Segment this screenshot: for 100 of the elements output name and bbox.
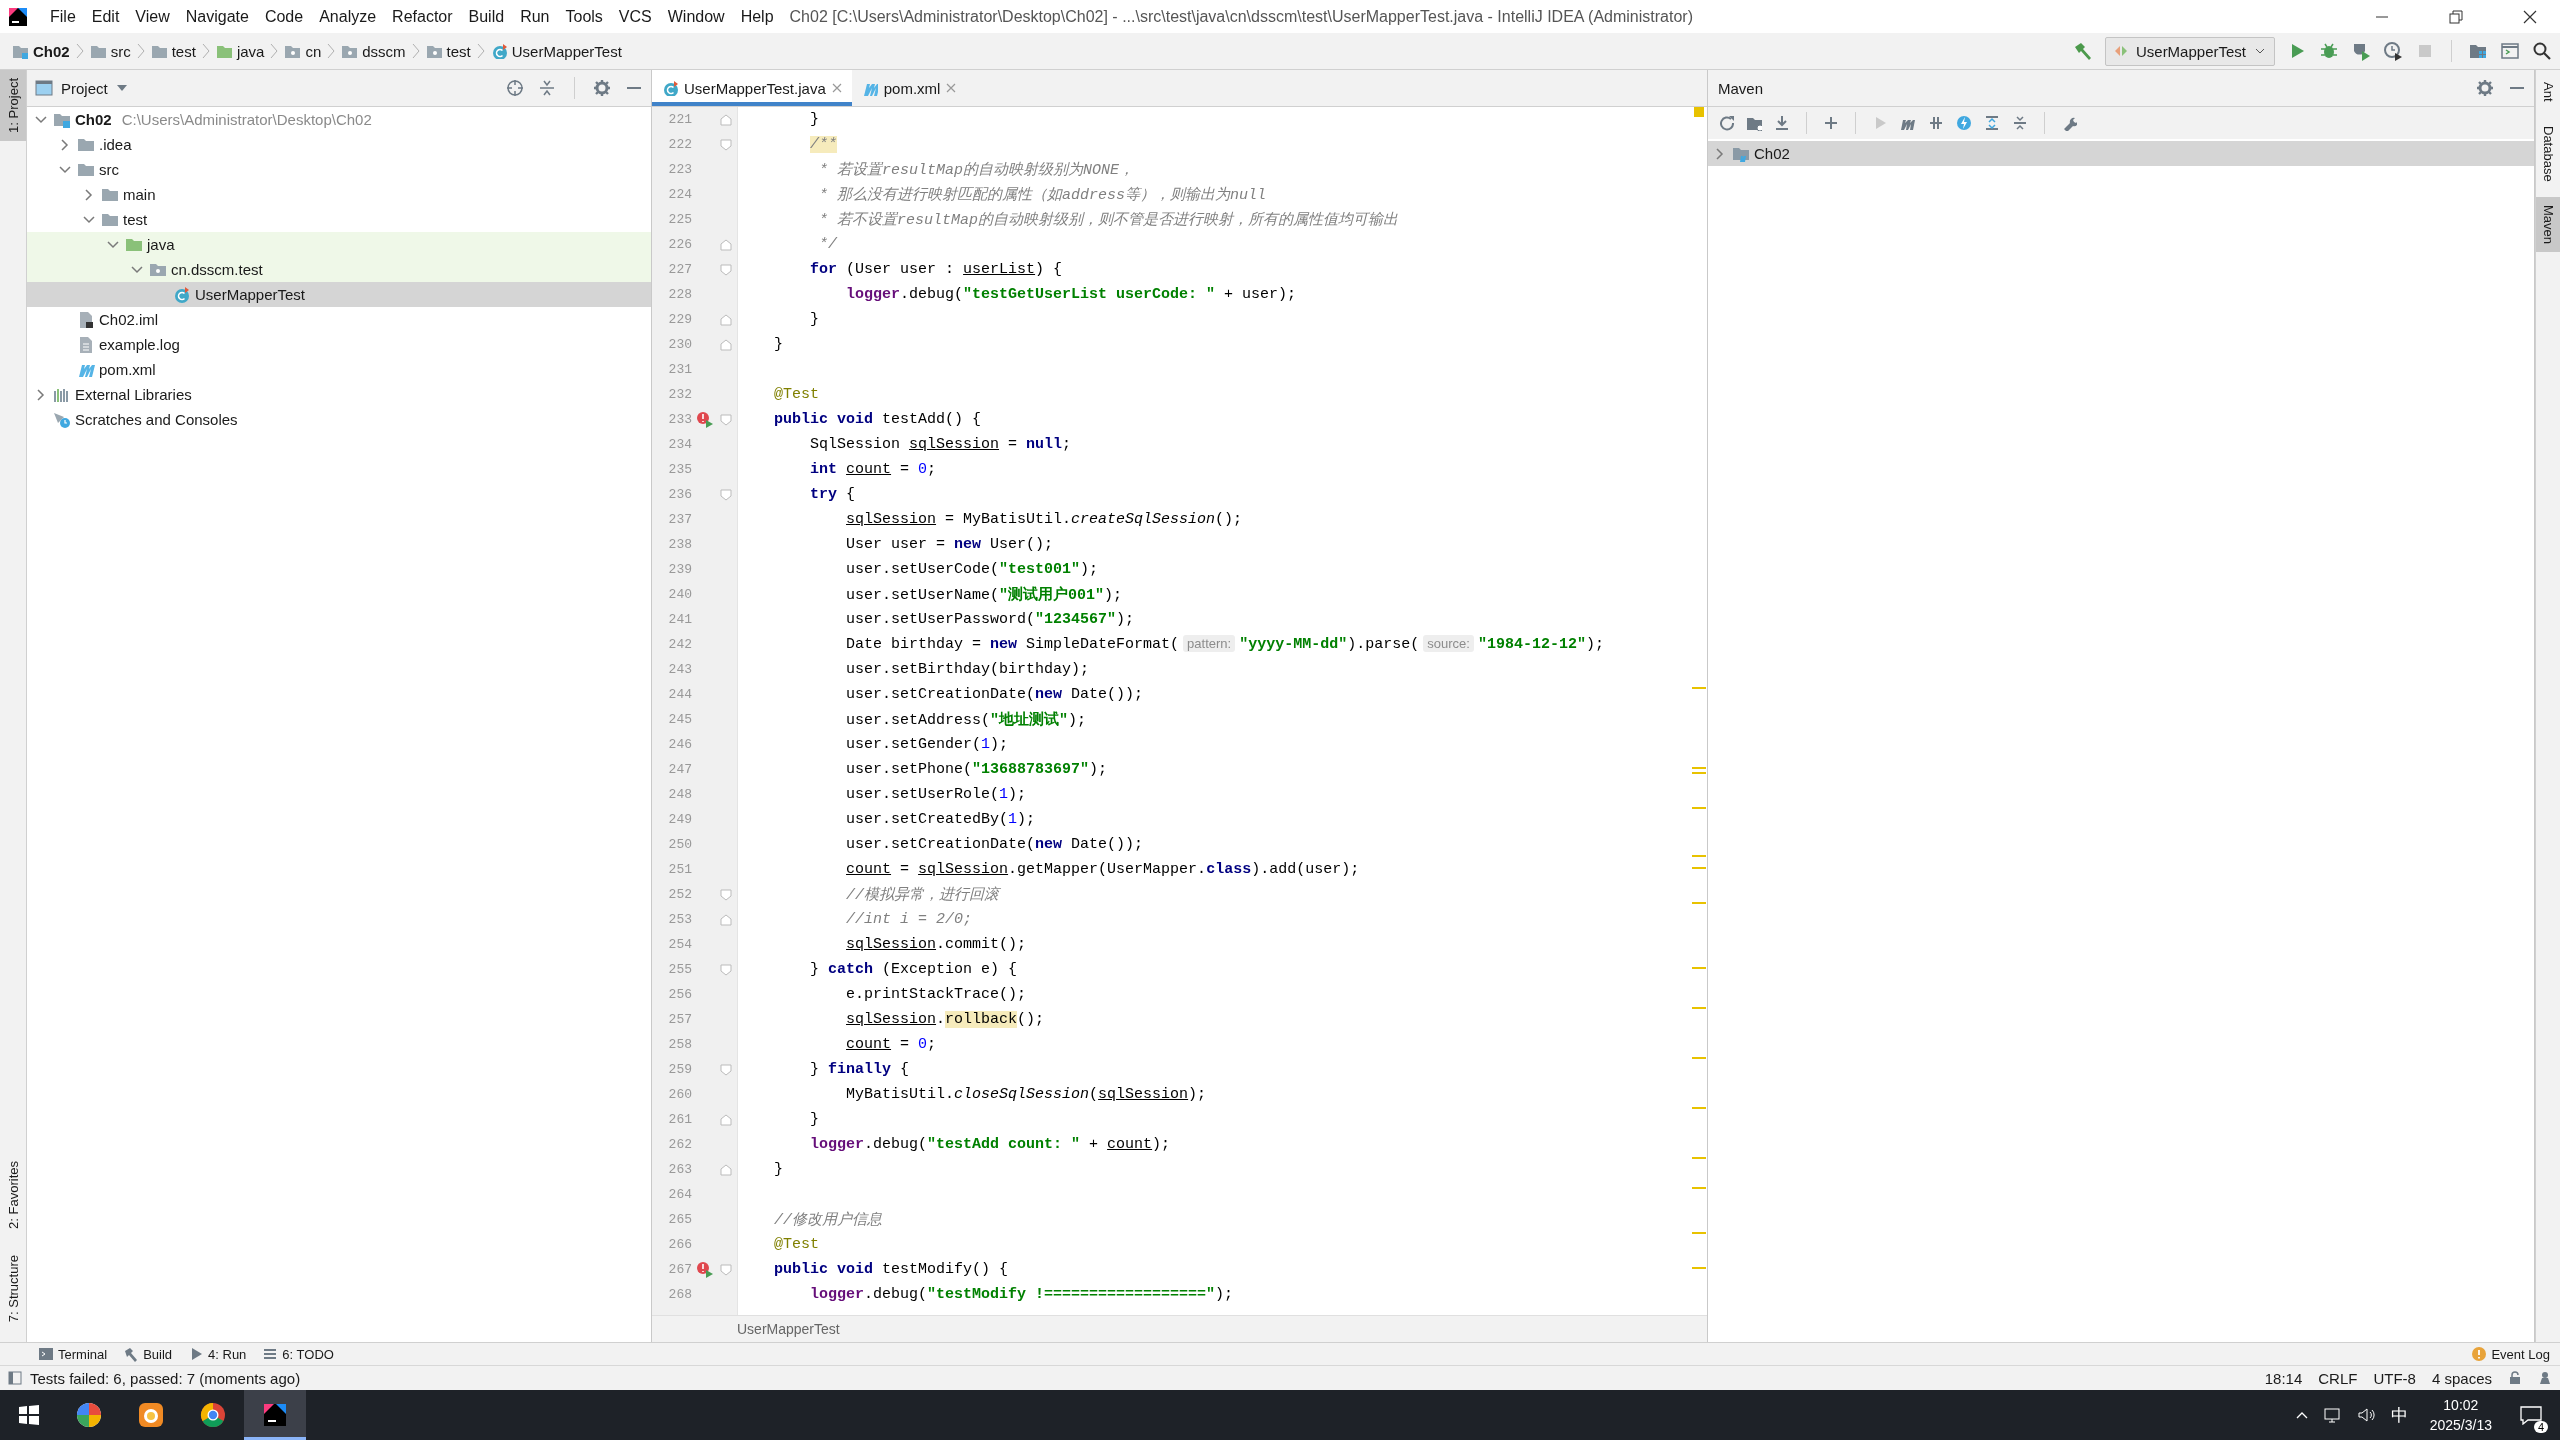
breadcrumb-item[interactable]: cn — [282, 42, 324, 60]
tool-window-button[interactable]: Build — [123, 1346, 173, 1362]
locate-icon[interactable] — [506, 79, 524, 97]
tool-window-button[interactable]: Terminal — [38, 1346, 108, 1362]
status-item[interactable]: UTF-8 — [2373, 1369, 2416, 1387]
clock-time[interactable]: 10:02 — [2443, 1395, 2479, 1415]
menu-item[interactable]: Analyze — [311, 7, 385, 26]
status-item[interactable]: 4 spaces — [2431, 1369, 2492, 1387]
toggle-offline-icon[interactable] — [1928, 115, 1944, 131]
fold-marker-icon[interactable] — [720, 1063, 732, 1076]
fold-marker-icon[interactable] — [720, 313, 732, 326]
menu-item[interactable]: Tools — [557, 7, 611, 26]
close-icon[interactable] — [2522, 8, 2538, 25]
breadcrumb-item[interactable]: test — [423, 42, 473, 60]
tree-item[interactable]: test — [27, 207, 651, 232]
menu-item[interactable]: Run — [512, 7, 558, 26]
editor-tab[interactable]: UserMapperTest.java — [652, 70, 852, 106]
breadcrumb-item[interactable]: src — [87, 42, 133, 60]
search-icon[interactable] — [2532, 41, 2552, 61]
tool-window-tab[interactable]: Ant — [2536, 74, 2560, 110]
clock-date[interactable]: 2025/3/13 — [2429, 1415, 2492, 1435]
fold-marker-icon[interactable] — [720, 263, 732, 276]
tree-item[interactable]: .idea — [27, 132, 651, 157]
plus-icon[interactable] — [1823, 115, 1839, 131]
editor-breadcrumb[interactable]: UserMapperTest — [652, 1315, 1707, 1342]
tree-item[interactable]: pom.xml — [27, 357, 651, 382]
editor-tab[interactable]: pom.xml — [851, 70, 967, 106]
fold-marker-icon[interactable] — [720, 138, 732, 151]
fold-marker-icon[interactable] — [720, 1113, 732, 1126]
menu-item[interactable]: File — [42, 7, 84, 26]
tool-window-tab[interactable]: 1: Project — [0, 70, 26, 141]
fold-marker-icon[interactable] — [720, 338, 732, 351]
tree-item[interactable]: main — [27, 182, 651, 207]
refresh-icon[interactable] — [1718, 115, 1734, 131]
volume-icon[interactable] — [2356, 1406, 2377, 1424]
menu-item[interactable]: Refactor — [384, 7, 461, 26]
profiler-icon[interactable] — [2383, 41, 2403, 61]
settings-icon[interactable] — [593, 79, 611, 97]
inspector-icon[interactable] — [2538, 1371, 2552, 1385]
event-log-button[interactable]: Event Log — [2471, 1346, 2550, 1362]
coverage-icon[interactable] — [2351, 41, 2371, 61]
menu-item[interactable]: View — [127, 7, 178, 26]
fold-marker-icon[interactable] — [720, 913, 732, 926]
hammer-icon[interactable] — [2072, 41, 2093, 61]
breadcrumb-item[interactable]: Ch02 — [10, 42, 72, 60]
status-item[interactable]: CRLF — [2318, 1369, 2358, 1387]
fold-marker-icon[interactable] — [720, 413, 732, 426]
breadcrumb-item[interactable]: dsscm — [339, 42, 408, 60]
menu-item[interactable]: VCS — [610, 7, 660, 26]
debug-icon[interactable] — [2319, 41, 2339, 61]
tree-item[interactable]: Ch02.iml — [27, 307, 651, 332]
settings-icon[interactable] — [2476, 79, 2494, 97]
tool-window-button[interactable]: 4: Run — [188, 1346, 247, 1362]
panel-title-dropdown[interactable]: Project — [35, 79, 128, 97]
ide-icon[interactable] — [244, 1390, 306, 1440]
tool-window-tab[interactable]: Database — [2536, 117, 2560, 190]
fold-marker-icon[interactable] — [720, 113, 732, 126]
message-icon[interactable] — [2520, 1405, 2542, 1425]
breadcrumb-item[interactable]: UserMapperTest — [488, 42, 624, 60]
run-test-icon[interactable] — [696, 410, 714, 429]
menu-item[interactable]: Code — [256, 7, 312, 26]
tool-window-tab[interactable]: 7: Structure — [0, 1246, 26, 1330]
window-icon[interactable] — [2500, 41, 2520, 61]
tool-window-tab[interactable]: 2: Favorites — [0, 1152, 26, 1237]
fold-marker-icon[interactable] — [720, 238, 732, 251]
folder-refresh-icon[interactable] — [1746, 115, 1762, 131]
network-icon[interactable] — [2322, 1406, 2343, 1424]
fold-marker-icon[interactable] — [720, 1263, 732, 1276]
breadcrumb-item[interactable]: test — [148, 42, 198, 60]
tree-item[interactable]: src — [27, 157, 651, 182]
breadcrumb-item[interactable]: java — [213, 42, 267, 60]
menu-item[interactable]: Build — [460, 7, 513, 26]
lock-icon[interactable] — [2508, 1371, 2522, 1385]
fold-marker-icon[interactable] — [720, 963, 732, 976]
tree-item[interactable]: UserMapperTest — [27, 282, 651, 307]
menu-item[interactable]: Navigate — [177, 7, 257, 26]
menu-item[interactable]: Edit — [83, 7, 128, 26]
lightning-icon[interactable] — [1956, 115, 1972, 131]
fold-marker-icon[interactable] — [720, 888, 732, 901]
tool-window-tab[interactable]: Maven — [2536, 197, 2560, 253]
tree-item[interactable]: example.log — [27, 332, 651, 357]
fold-marker-icon[interactable] — [720, 488, 732, 501]
download-icon[interactable] — [1774, 115, 1790, 131]
expand-all-icon[interactable] — [1984, 115, 2000, 131]
tree-item[interactable]: External Libraries — [27, 382, 651, 407]
fold-marker-icon[interactable] — [720, 1163, 732, 1176]
panel-toggle-icon[interactable] — [8, 1371, 22, 1385]
run-configuration-dropdown[interactable]: UserMapperTest — [2104, 36, 2275, 66]
tree-item[interactable]: java — [27, 232, 651, 257]
status-item[interactable]: 18:14 — [2264, 1369, 2303, 1387]
tree-item[interactable]: Scratches and Consoles — [27, 407, 651, 432]
input-method-indicator[interactable]: 中 — [2390, 1403, 2408, 1427]
run-test-icon[interactable] — [696, 1260, 714, 1279]
tree-item[interactable]: Ch02 C:\Users\Administrator\Desktop\Ch02 — [27, 107, 651, 132]
collapse-all-icon[interactable] — [2012, 115, 2028, 131]
collapse-all-icon[interactable] — [538, 79, 556, 97]
tree-item[interactable]: cn.dsscm.test — [27, 257, 651, 282]
menu-item[interactable]: Help — [732, 7, 782, 26]
restore-icon[interactable] — [2448, 8, 2464, 25]
menu-item[interactable]: Window — [659, 7, 733, 26]
